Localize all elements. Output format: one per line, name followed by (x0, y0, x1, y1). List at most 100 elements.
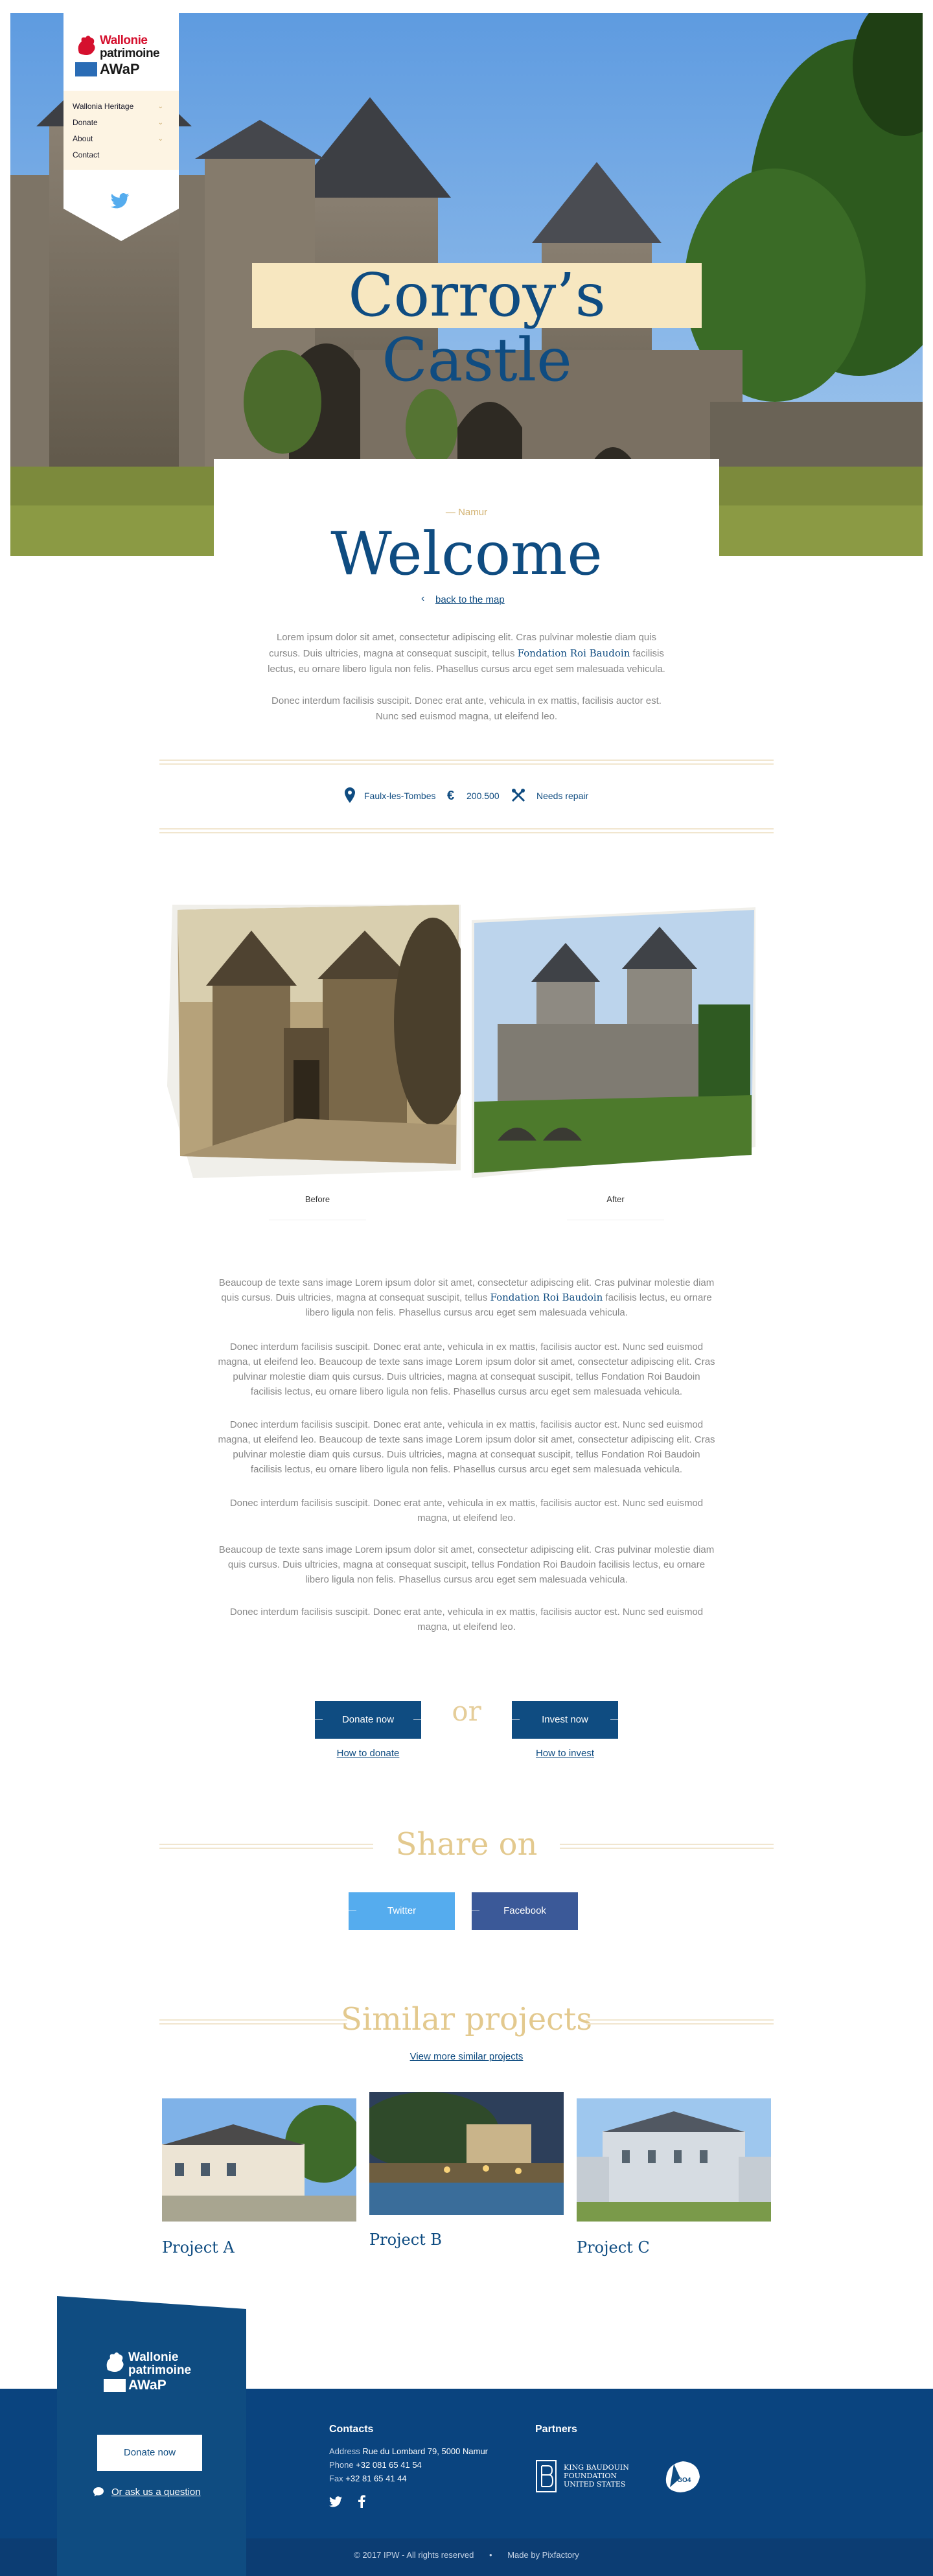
intro-paragraph-2: Donec interdum facilisis suscipit. Donec… (271, 695, 662, 722)
status-text: Needs repair (536, 791, 589, 801)
share-twitter-button[interactable]: Twitter (336, 1892, 455, 1930)
project-a-photo (162, 2098, 356, 2222)
button-tick (336, 1910, 356, 1911)
logo-text-line3: AWaP (100, 61, 140, 77)
nav-item-contact[interactable]: Contact (73, 147, 163, 163)
phone-line: Phone +32 081 65 41 54 (329, 2460, 422, 2470)
logo-text-line1: Wallonie (100, 34, 148, 47)
copyright-text: © 2017 IPW - All rights reserved (354, 2550, 474, 2560)
similar-projects-heading: Similar projects (341, 2001, 592, 2037)
project-c-image[interactable] (577, 2098, 771, 2222)
main-nav: Wallonia Heritage ⌄ Donate ⌄ About ⌄ Contac… (73, 99, 163, 163)
view-more-link[interactable]: View more similar projects (369, 2051, 564, 2062)
body-paragraph-6: Donec interdum facilisis suscipit. Donec… (229, 1607, 704, 1632)
before-photo-image (167, 905, 461, 1178)
nav-item-wallonia-heritage[interactable]: Wallonia Heritage ⌄ (73, 99, 163, 115)
map-pin-icon (345, 787, 355, 803)
rooster-emblem-icon (78, 36, 95, 55)
ask-question-link[interactable]: Or ask us a question (111, 2487, 201, 2498)
highlight-text: Fondation Roi Baudoin (517, 647, 630, 659)
amount-text: 200.500 (466, 791, 500, 801)
button-tick (302, 1719, 323, 1720)
body-paragraph-3: Donec interdum facilisis suscipit. Donec… (218, 1419, 715, 1475)
partner1-text: KING BAUDOUIN FOUNDATION UNITED STATES (564, 2463, 629, 2489)
brand-logo[interactable]: Wallonie patrimoine AWaP (75, 34, 172, 79)
back-to-map-link[interactable]: back to the map (435, 594, 505, 605)
footer-donate-button[interactable]: Donate now (97, 2435, 202, 2471)
button-tick (499, 1719, 520, 1720)
body-paragraph-2: Donec interdum facilisis suscipit. Donec… (218, 1341, 715, 1397)
project-b-title[interactable]: Project B (369, 2231, 442, 2249)
king-baudouin-logo-icon (536, 2460, 557, 2492)
partners-heading: Partners (535, 2424, 577, 2435)
button-tick (610, 1719, 631, 1720)
how-to-invest-link[interactable]: How to invest (500, 1748, 630, 1759)
welcome-heading: Welcome (330, 519, 603, 588)
nav-item-about[interactable]: About ⌄ (73, 131, 163, 147)
or-separator: or (452, 1695, 481, 1727)
button-label: Twitter (387, 1905, 417, 1916)
address-label: Address (329, 2446, 360, 2456)
facebook-icon[interactable] (358, 2495, 365, 2508)
logo-text-line2: patrimoine (100, 47, 160, 60)
divider (586, 2019, 774, 2025)
partner1-line1: KING BAUDOUIN (564, 2463, 629, 2472)
project-c-title[interactable]: Project C (577, 2238, 650, 2257)
made-by-text[interactable]: Made by Pixfactory (507, 2550, 579, 2560)
page-title: Corroy’s Castle (252, 263, 702, 393)
rooster-emblem-icon (106, 2352, 124, 2372)
nav-item-label: Contact (73, 150, 100, 159)
chevron-left-icon: ‹ (421, 593, 425, 604)
partner-king-baudouin[interactable]: KING BAUDOUIN FOUNDATION UNITED STATES (535, 2459, 652, 2493)
nav-item-label: Wallonia Heritage (73, 102, 134, 111)
body-paragraph-4: Donec interdum facilisis suscipit. Donec… (229, 1498, 704, 1524)
footer-logo[interactable]: Wallonie patrimoine AWaP (104, 2350, 201, 2393)
logo-text-line2: patrimoine (128, 2363, 192, 2377)
donate-now-button[interactable]: Donate now (302, 1701, 434, 1739)
project-a-image[interactable] (162, 2098, 356, 2222)
chevron-down-icon: ⌄ (157, 119, 163, 126)
nav-card: Wallonie patrimoine AWaP Wallonia Herita… (63, 0, 179, 241)
project-a-title[interactable]: Project A (162, 2238, 235, 2257)
button-tick (459, 1910, 479, 1911)
partner1-line3: UNITED STATES (564, 2480, 626, 2489)
share-heading: Share on (395, 1826, 538, 1862)
phone-value: +32 081 65 41 54 (356, 2460, 422, 2470)
copyright-line: © 2017 IPW - All rights reserved • Made … (0, 2550, 933, 2560)
divider (159, 828, 774, 833)
region-label: — Namur (445, 507, 488, 518)
logo-badge (104, 2379, 126, 2392)
after-photo[interactable] (472, 907, 755, 1178)
address-line: Address Rue du Lombard 79, 5000 Namur (329, 2446, 488, 2456)
highlight-text: Fondation Roi Baudoin (490, 1292, 603, 1303)
dgo4-label: DGO4 (673, 2477, 691, 2484)
after-photo-image (472, 907, 755, 1178)
how-to-donate-link[interactable]: How to donate (303, 1748, 433, 1759)
location-text: Faulx-les-Tombes (364, 791, 436, 801)
after-label: After (606, 1194, 625, 1204)
partner1-line2: FOUNDATION (564, 2472, 617, 2480)
project-b-photo (369, 2092, 564, 2215)
invest-now-button[interactable]: Invest now (499, 1701, 631, 1739)
before-photo[interactable] (167, 905, 461, 1178)
project-c-photo (577, 2098, 771, 2222)
divider (159, 760, 774, 765)
twitter-icon[interactable] (110, 193, 130, 209)
separator-dot: • (489, 2550, 492, 2560)
logo-badge (75, 62, 97, 76)
nav-item-label: About (73, 134, 93, 143)
fax-value: +32 81 65 41 44 (345, 2474, 407, 2483)
project-b-image[interactable] (369, 2092, 564, 2215)
fax-label: Fax (329, 2474, 343, 2483)
logo-text-line1: Wallonie (128, 2350, 179, 2364)
before-label: Before (305, 1194, 330, 1204)
tools-icon (511, 788, 525, 802)
fax-line: Fax +32 81 65 41 44 (329, 2474, 407, 2483)
share-facebook-button[interactable]: Facebook (459, 1892, 578, 1930)
nav-item-donate[interactable]: Donate ⌄ (73, 115, 163, 131)
button-label: Donate now (123, 2447, 176, 2458)
button-label: Facebook (503, 1905, 546, 1916)
button-label: Donate now (341, 1714, 395, 1725)
twitter-icon[interactable] (329, 2496, 342, 2507)
partner-dgo4[interactable]: DGO4 (661, 2459, 702, 2495)
